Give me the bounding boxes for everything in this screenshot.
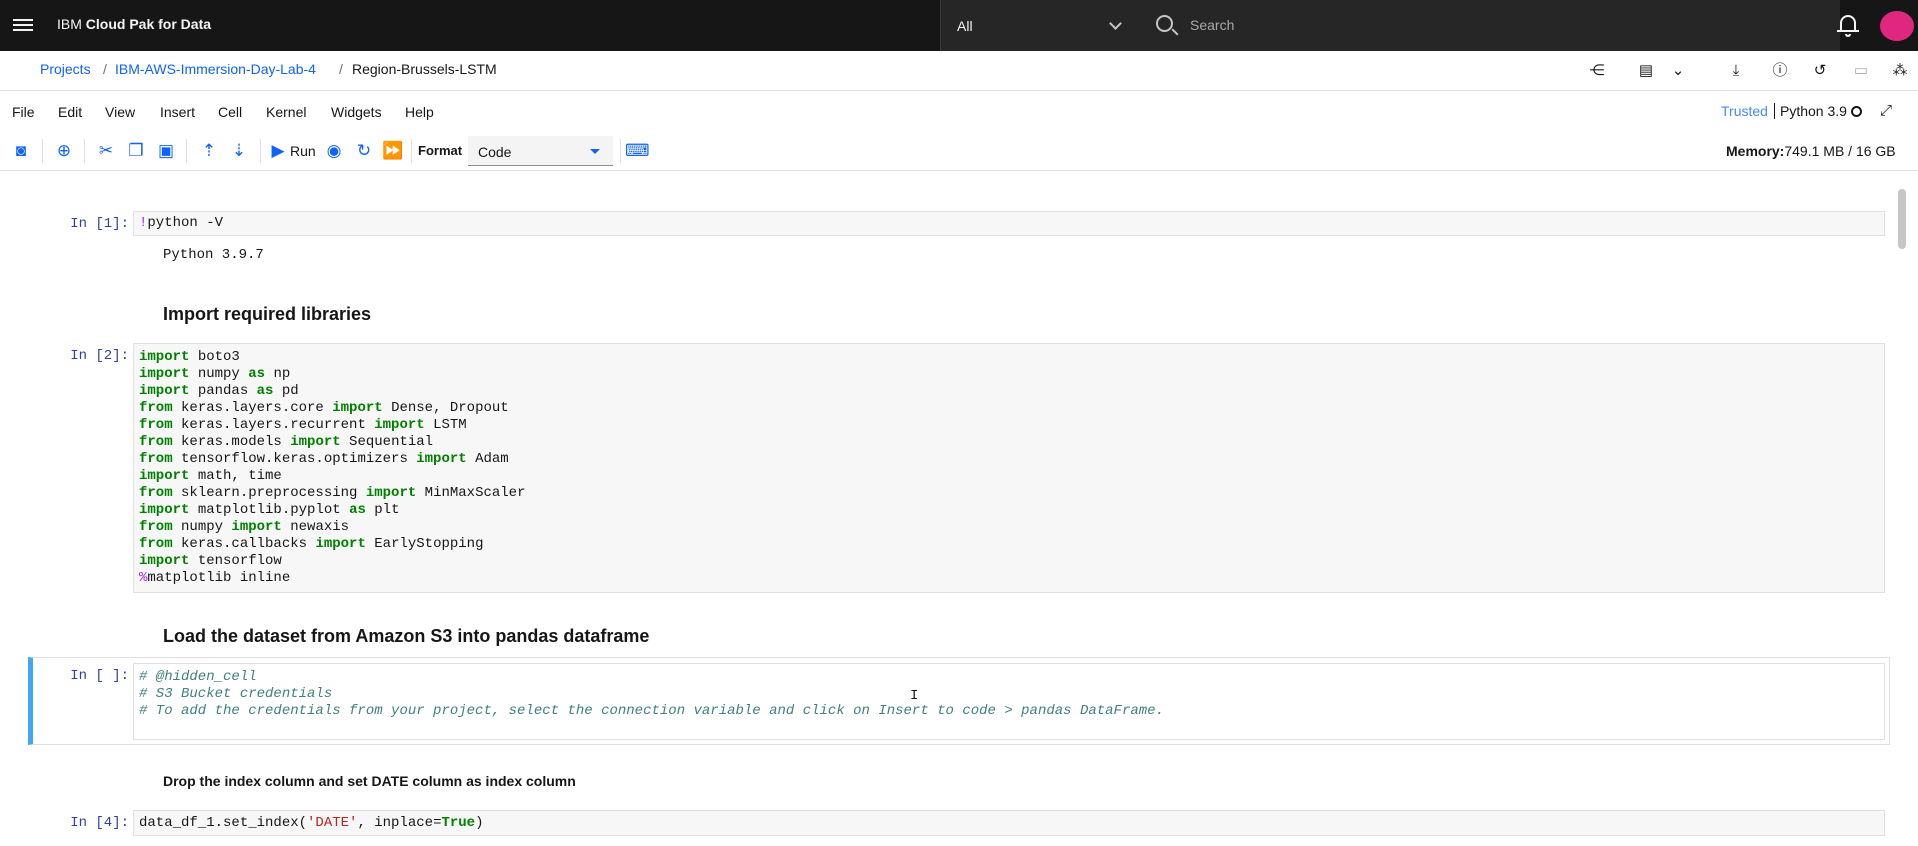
notification-bell-icon[interactable] — [1837, 13, 1859, 37]
menu-cell[interactable]: Cell — [218, 104, 242, 120]
toolbar-divider — [42, 139, 43, 163]
search-scope-value: All — [957, 18, 973, 34]
cell-format-dropdown[interactable]: Code — [468, 136, 613, 166]
notebook-menu-bar: File Edit View Insert Cell Kernel Widget… — [0, 92, 1918, 130]
version-history-icon[interactable]: ↺ — [1811, 62, 1829, 80]
code-snippets-icon[interactable]: ⁂ — [1891, 62, 1909, 80]
text-cursor-icon: I — [910, 688, 919, 704]
restart-icon[interactable]: ↻ — [354, 141, 374, 161]
copy-icon[interactable]: ❐ — [126, 141, 146, 161]
paste-icon[interactable]: ▣ — [156, 141, 176, 161]
memory-usage: Memory:749.1 MB / 16 GB — [1726, 143, 1896, 159]
keyboard-shortcuts-icon[interactable]: ⌨ — [625, 141, 650, 161]
toolbar-divider — [186, 139, 187, 163]
insert-cell-icon[interactable]: ⊕ — [54, 141, 74, 161]
cell-prompt: In [4]: — [70, 815, 129, 831]
schedule-job-icon[interactable]: ▤ — [1637, 62, 1655, 80]
fullscreen-icon[interactable]: ⤢ — [1880, 102, 1892, 119]
code-cell-editor[interactable]: !python -V — [133, 211, 1885, 236]
markdown-heading: Import required libraries — [163, 304, 372, 324]
markdown-heading: Load the dataset from Amazon S3 into pan… — [163, 626, 650, 646]
kernel-status-idle-icon — [1851, 106, 1862, 117]
toolbar-divider — [84, 139, 85, 163]
breadcrumb-projects[interactable]: Projects — [40, 61, 91, 77]
save-icon[interactable]: ◙ — [11, 141, 31, 161]
memory-value: 749.1 MB / 16 GB — [1784, 143, 1896, 159]
code-cell-editor[interactable]: import boto3 import numpy as np import p… — [133, 343, 1885, 593]
search-scope-dropdown[interactable]: All — [940, 0, 1140, 51]
menu-edit[interactable]: Edit — [58, 104, 82, 120]
search-icon — [1156, 15, 1173, 32]
brand-prefix: IBM — [57, 16, 82, 32]
cell-prompt: In [1]: — [70, 216, 129, 232]
kernel-name[interactable]: Python 3.9 — [1774, 103, 1847, 119]
format-label: Format — [418, 143, 463, 158]
restart-run-all-icon[interactable]: ⏩ — [382, 141, 403, 161]
caret-down-icon — [590, 149, 600, 154]
move-down-icon[interactable]: ⇣ — [229, 141, 249, 161]
interrupt-icon[interactable]: ◉ — [324, 141, 344, 161]
chevron-down-icon[interactable]: ⌄ — [1669, 62, 1687, 80]
comments-icon[interactable]: ▭ — [1852, 62, 1870, 80]
product-brand[interactable]: IBM Cloud Pak for Data — [57, 16, 211, 32]
top-navigation-bar: IBM Cloud Pak for Data All — [0, 0, 1918, 51]
brand-name: Cloud Pak for Data — [85, 16, 212, 32]
breadcrumb-bar: Projects / IBM-AWS-Immersion-Day-Lab-4 /… — [0, 51, 1918, 91]
markdown-heading: Drop the index column and set DATE colum… — [163, 773, 576, 789]
menu-insert[interactable]: Insert — [160, 104, 195, 120]
breadcrumb-notebook-name: Region-Brussels-LSTM — [352, 61, 497, 77]
user-avatar[interactable] — [1880, 11, 1914, 41]
code-cell-editor[interactable]: data_df_1.set_index('DATE', inplace=True… — [133, 810, 1885, 836]
move-up-icon[interactable]: ⇡ — [199, 141, 219, 161]
chevron-down-icon — [1109, 17, 1122, 30]
search-input[interactable] — [1190, 12, 1790, 38]
notebook-scrollbar[interactable] — [1898, 189, 1906, 249]
toolbar-divider — [411, 139, 412, 163]
breadcrumb-project-name[interactable]: IBM-AWS-Immersion-Day-Lab-4 — [115, 61, 316, 77]
run-icon[interactable]: ▶ — [268, 141, 288, 161]
information-icon[interactable]: ⓘ — [1771, 62, 1789, 80]
cell-format-value: Code — [478, 144, 512, 160]
run-button-label[interactable]: Run — [290, 143, 316, 159]
menu-view[interactable]: View — [105, 104, 135, 120]
breadcrumb-separator: / — [103, 61, 107, 77]
menu-file[interactable]: File — [12, 104, 35, 120]
notebook-body[interactable]: In [1]: !python -V Python 3.9.7 Import r… — [13, 171, 1890, 846]
trusted-indicator[interactable]: Trusted — [1721, 103, 1768, 119]
cell-prompt: In [2]: — [70, 348, 129, 364]
notebook-toolbar: ◙ ⊕ ✂ ❐ ▣ ⇡ ⇣ ▶ Run ◉ ↻ ⏩ Format Code ⌨ … — [0, 131, 1918, 171]
search-box — [1140, 0, 1840, 51]
share-icon[interactable]: ⋲ — [1588, 62, 1606, 80]
toolbar-divider — [260, 139, 261, 163]
menu-kernel[interactable]: Kernel — [266, 104, 306, 120]
breadcrumb-separator: / — [339, 61, 343, 77]
code-cell-editor[interactable]: # @hidden_cell # S3 Bucket credentials #… — [133, 663, 1885, 740]
cell-output: Python 3.9.7 — [163, 247, 264, 263]
menu-help[interactable]: Help — [405, 104, 434, 120]
toolbar-divider — [620, 139, 621, 163]
hamburger-menu-icon[interactable] — [13, 16, 33, 34]
menu-widgets[interactable]: Widgets — [331, 104, 382, 120]
memory-label: Memory: — [1726, 143, 1785, 159]
download-icon[interactable]: ⤓ — [1727, 62, 1745, 80]
cut-icon[interactable]: ✂ — [96, 141, 116, 161]
cell-prompt: In [ ]: — [70, 668, 129, 684]
